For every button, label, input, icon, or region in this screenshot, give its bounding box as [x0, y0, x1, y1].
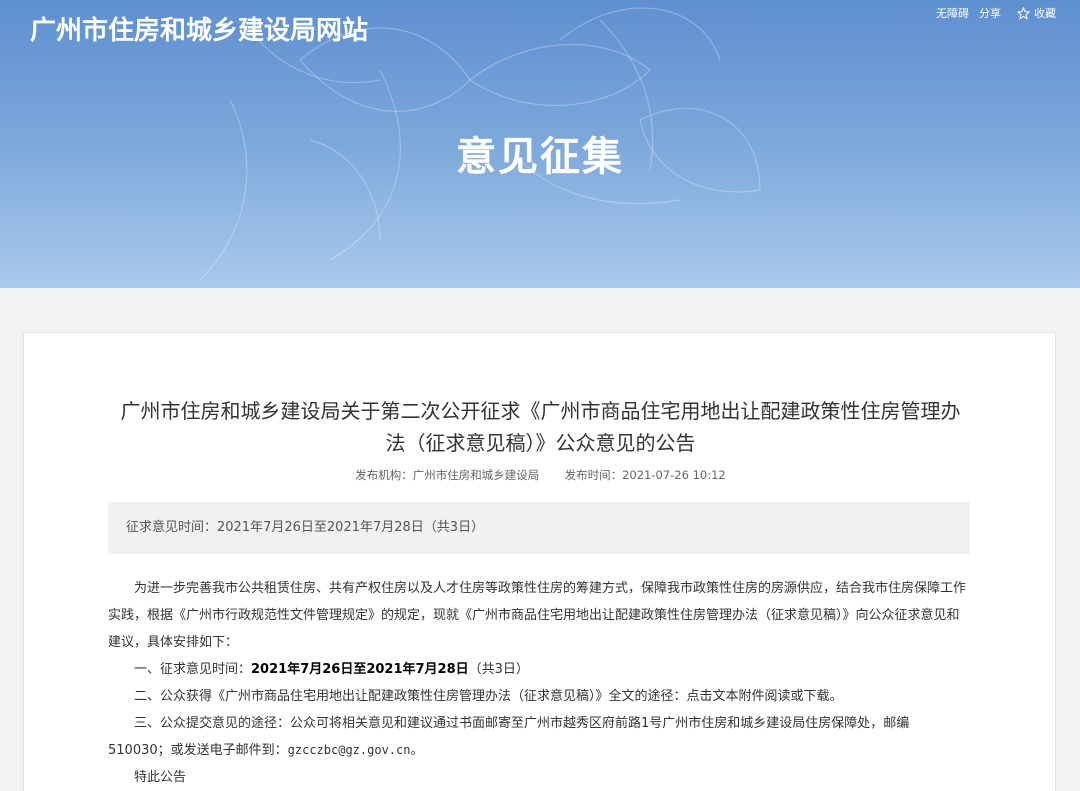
site-title[interactable]: 广州市住房和城乡建设局网站	[30, 10, 368, 47]
publisher-label: 发布机构：	[355, 468, 413, 482]
article-body: 为进一步完善我市公共租赁住房、共有产权住房以及人才住房等政策性住房的筹建方式，保…	[108, 575, 970, 791]
share-link[interactable]: 分享	[979, 5, 1001, 21]
favorite-label: 收藏	[1034, 7, 1056, 20]
time-label: 发布时间：	[564, 468, 623, 482]
article-meta: 发布机构：广州市住房和城乡建设局 发布时间：2021-07-26 10:12	[24, 467, 1057, 483]
top-links: 无障碍 分享 收藏	[936, 5, 1056, 21]
accessibility-link[interactable]: 无障碍	[936, 5, 969, 21]
item-2: 二、公众获得《广州市商品住宅用地出让配建政策性住房管理办法（征求意见稿）》全文的…	[134, 689, 843, 704]
comment-period-box: 征求意见时间：2021年7月26日至2021年7月28日（共3日）	[108, 502, 970, 554]
time-value: 2021-07-26 10:12	[622, 468, 726, 482]
item-1-suffix: （共3日）	[468, 662, 529, 677]
favorite-link[interactable]: 收藏	[1017, 5, 1056, 21]
star-icon	[1017, 6, 1030, 20]
section-title: 意见征集	[456, 134, 624, 180]
item-1-prefix: 一、征求意见时间：	[134, 662, 252, 677]
contact-email-link[interactable]: gzcczbc@gz.gov.cn	[288, 743, 411, 757]
header-banner: 广州市住房和城乡建设局网站 无障碍 分享 收藏 意见征集	[0, 0, 1080, 288]
item-1: 一、征求意见时间：2021年7月26日至2021年7月28日（共3日）	[108, 656, 970, 683]
item-3-middle: ；或发送电子邮件到：	[157, 743, 288, 758]
article-card: 广州市住房和城乡建设局关于第二次公开征求《广州市商品住宅用地出让配建政策性住房管…	[23, 332, 1056, 791]
item-3-end: 。	[410, 743, 424, 758]
article-title: 广州市住房和城乡建设局关于第二次公开征求《广州市商品住宅用地出让配建政策性住房管…	[120, 399, 961, 455]
item-1-dates: 2021年7月26日至2021年7月28日	[251, 662, 469, 677]
paragraph-intro: 为进一步完善我市公共租赁住房、共有产权住房以及人才住房等政策性住房的筹建方式，保…	[108, 581, 967, 650]
item-3: 三、公众提交意见的途径：公众可将相关意见和建议通过书面邮寄至广州市越秀区府前路1…	[108, 710, 970, 764]
closing-text: 特此公告	[134, 770, 187, 785]
item-3-zip-end: 0030	[124, 743, 158, 758]
publisher-value: 广州市住房和城乡建设局	[412, 468, 540, 482]
